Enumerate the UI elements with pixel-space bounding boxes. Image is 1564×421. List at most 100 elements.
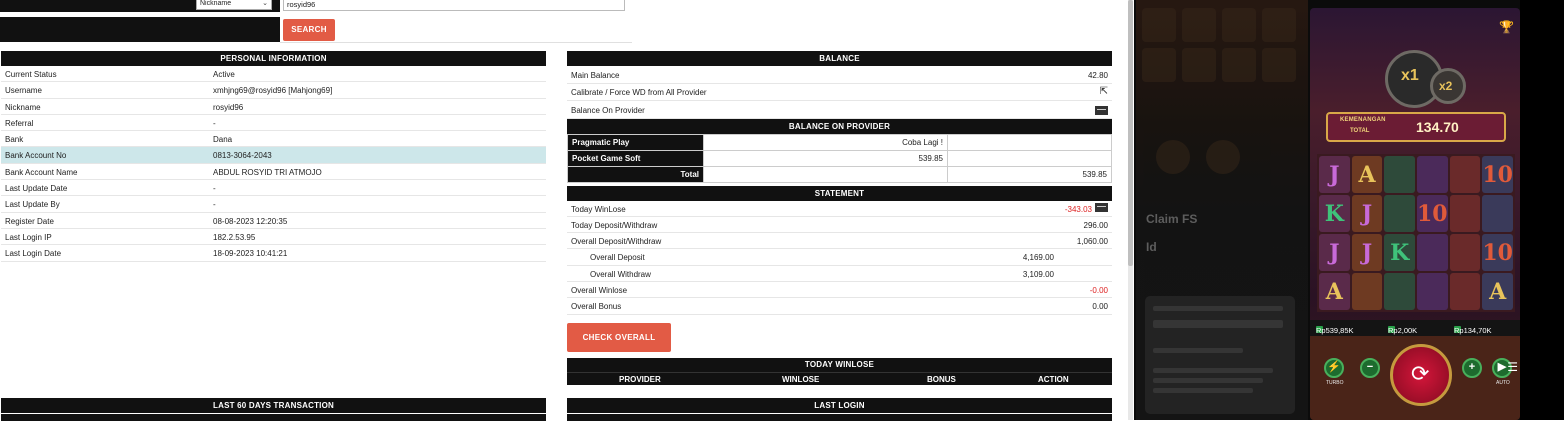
slot-symbol — [1384, 195, 1415, 232]
info-value: rosyid96 — [213, 102, 244, 112]
search-strip: Nickname ⌄ rosyid96 SEARCH — [0, 0, 632, 44]
info-label: Last Update Date — [5, 184, 68, 194]
info-label: Nickname — [5, 102, 41, 112]
personal-information-header: PERSONAL INFORMATION — [1, 51, 546, 66]
info-value: xmhjng69@rosyid96 [Mahjong69] — [213, 86, 333, 96]
multiplier-value-2: x2 — [1439, 79, 1453, 93]
slot-symbol — [1482, 195, 1513, 232]
share-export-icon[interactable]: ⇱ — [1100, 86, 1108, 97]
overall-winlose-label: Overall Winlose — [571, 285, 628, 295]
slot-symbol: 10 — [1416, 195, 1448, 232]
game-stat-bar: Rp539,85K Rp2,00K Rp134,70K — [1310, 320, 1520, 336]
search-type-select[interactable]: Nickname ⌄ — [196, 0, 272, 10]
scrollbar-thumb[interactable] — [1128, 0, 1133, 266]
dim-line — [1153, 368, 1273, 373]
personal-information-rows: Current Status Active Username xmhjng69@ros… — [1, 66, 546, 262]
main-balance-value: 42.80 — [1087, 70, 1108, 80]
last-login-header: LAST LOGIN — [567, 398, 1112, 413]
search-button[interactable]: SEARCH — [283, 19, 335, 41]
menu-icon[interactable]: ☰ — [1507, 360, 1518, 374]
info-label: Register Date — [5, 216, 54, 226]
info-row: Register Date 08-08-2023 12:20:35 — [1, 213, 546, 229]
personal-information-panel: PERSONAL INFORMATION Current Status Activ… — [1, 51, 546, 262]
slot-game-phone: 🏆 x1 x2 KEMENANGAN TOTAL 134.70 J A 10 K J 10… — [1310, 8, 1520, 420]
multiplier-value: x1 — [1401, 67, 1419, 84]
overall-deposit-withdraw-label: Overall Deposit/Withdraw — [571, 237, 662, 247]
info-value: 182.2.53.95 — [213, 232, 256, 242]
overall-withdraw-label: Overall Withdraw — [590, 269, 651, 279]
today-winlose-row: Today WinLose -343.03 — [567, 201, 1112, 217]
slot-symbol: 10 — [1482, 156, 1513, 193]
dim-reel — [1182, 8, 1216, 42]
search-type-value: Nickname — [200, 0, 232, 7]
slot-symbol: A — [1319, 273, 1350, 310]
info-row: Current Status Active — [1, 66, 546, 83]
slot-symbol — [1384, 156, 1415, 193]
search-button-label-cell — [0, 17, 280, 42]
overall-bonus-label: Overall Bonus — [571, 302, 622, 312]
total-spacer — [703, 165, 948, 183]
info-row: Last Login IP 182.2.53.95 — [1, 229, 546, 246]
statement-header: STATEMENT — [567, 185, 1112, 201]
last-login-panel: LAST LOGIN — [567, 398, 1112, 421]
today-winlose-value: -343.03 — [1064, 204, 1092, 214]
increase-bet-button[interactable]: + — [1462, 358, 1482, 378]
overall-winlose-row: Overall Winlose -0.00 — [567, 282, 1112, 299]
search-input[interactable]: rosyid96 — [283, 0, 625, 11]
info-label: Referral — [5, 118, 34, 128]
balance-on-provider-row: Balance On Provider — [567, 101, 1112, 119]
slot-symbol: A — [1351, 156, 1383, 193]
spin-button[interactable]: ⟳ — [1390, 344, 1452, 406]
info-value: - — [213, 200, 216, 210]
info-value: - — [213, 184, 216, 194]
decrease-bet-button[interactable]: − — [1360, 358, 1380, 378]
balance-panel: BALANCE Main Balance 42.80 Calibrate / F… — [567, 51, 1112, 315]
provider-value[interactable]: Coba Lagi ! — [703, 133, 948, 151]
column-header-action[interactable]: ACTION — [1038, 375, 1069, 384]
refresh-balance-icon[interactable] — [1095, 105, 1108, 115]
dim-chat-window — [1145, 296, 1295, 414]
table-row: Pragmatic Play Coba Lagi ! — [567, 133, 1112, 151]
overall-withdraw-value: 3,109.00 — [1022, 269, 1054, 279]
slot-symbol — [1384, 273, 1415, 310]
total-label: Total — [567, 165, 704, 183]
overall-deposit-row: Overall Deposit 4,169.00 — [567, 249, 1112, 266]
slot-symbol: K — [1384, 234, 1415, 271]
dim-reel — [1182, 48, 1216, 82]
provider-name: Pocket Game Soft — [567, 149, 704, 167]
dim-reel — [1262, 48, 1296, 82]
dim-line — [1153, 306, 1283, 311]
win-label-2: TOTAL — [1350, 128, 1370, 134]
turbo-button[interactable]: ⚡ — [1324, 358, 1344, 378]
column-header-winlose[interactable]: WINLOSE — [782, 375, 819, 384]
today-winlose-label: Today WinLose — [571, 204, 626, 214]
winlose-detail-icon[interactable] — [1095, 202, 1108, 212]
multiplier-badge-2: x2 — [1430, 68, 1466, 104]
dim-line — [1153, 378, 1263, 383]
slot-symbol — [1351, 273, 1383, 310]
bet-stat-value: Rp2,00K — [1388, 326, 1418, 335]
info-label: Last Update By — [5, 200, 60, 210]
column-header-bonus[interactable]: BONUS — [927, 375, 956, 384]
balance-on-provider-header: BALANCE ON PROVIDER — [567, 118, 1112, 134]
today-deposit-withdraw-value: 296.00 — [1083, 220, 1108, 230]
dimmed-background-panel: Claim FS Id — [1136, 0, 1308, 420]
win-label-1: KEMENANGAN — [1340, 117, 1386, 123]
balance-on-provider-label: Balance On Provider — [571, 105, 645, 115]
dim-line — [1153, 320, 1283, 328]
slot-symbol — [1416, 273, 1448, 310]
dim-reel — [1262, 8, 1296, 42]
table-row: Total 539.85 — [567, 165, 1112, 183]
trophy-icon[interactable]: 🏆 — [1499, 20, 1514, 34]
info-label: Current Status — [5, 70, 57, 79]
slot-symbol — [1416, 234, 1448, 271]
win-amount: 134.70 — [1416, 119, 1459, 135]
info-value: Dana — [213, 135, 233, 145]
column-header-provider[interactable]: PROVIDER — [619, 375, 661, 384]
check-overall-button[interactable]: CHECK OVERALL — [567, 323, 671, 352]
game-control-bar: ⚡ TURBO − ⟳ + ▶ AUTO ☰ — [1310, 336, 1520, 420]
slot-symbol: J — [1351, 195, 1383, 232]
info-row: Bank Account Name ABDUL ROSYID TRI ATMOJO — [1, 164, 546, 181]
info-value: 18-09-2023 10:41:21 — [213, 249, 288, 259]
today-winlose-header: TODAY WINLOSE — [567, 358, 1112, 372]
